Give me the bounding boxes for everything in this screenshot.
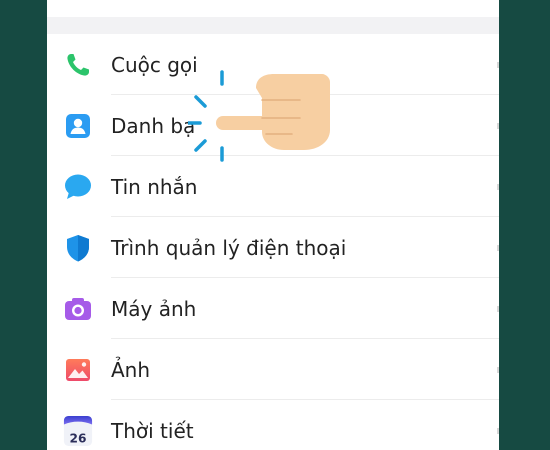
chevron-right-icon (497, 244, 499, 251)
settings-item-label: Trình quản lý điện thoại (111, 235, 347, 260)
section-separator (47, 17, 499, 34)
tap-burst-icon (188, 70, 224, 162)
shield-icon (63, 233, 93, 263)
settings-item-label: Cuộc gọi (111, 52, 198, 77)
settings-item-label: Thời tiết (111, 418, 194, 443)
weather-icon: 26 (63, 415, 93, 446)
chevron-right-icon (497, 427, 499, 434)
settings-item-label: Danh bạ (111, 113, 196, 138)
phone-screen: Cuộc gọi Danh bạ Tin nhắn Trình quản lý … (47, 0, 499, 450)
gallery-icon (63, 355, 93, 385)
weather-icon-date: 26 (70, 431, 87, 445)
settings-item-camera[interactable]: Máy ảnh (47, 278, 499, 339)
settings-item-label: Tin nhắn (111, 174, 198, 199)
previous-section-bottom (47, 0, 499, 17)
chevron-right-icon (497, 61, 499, 68)
chevron-right-icon (497, 366, 499, 373)
settings-item-gallery[interactable]: Ảnh (47, 339, 499, 400)
settings-item-messages[interactable]: Tin nhắn (47, 156, 499, 217)
camera-icon (63, 294, 93, 324)
chevron-right-icon (497, 305, 499, 312)
settings-item-label: Máy ảnh (111, 296, 197, 321)
settings-item-label: Ảnh (111, 357, 151, 382)
phone-icon (63, 50, 93, 80)
settings-item-weather[interactable]: 26 Thời tiết (47, 400, 499, 450)
chevron-right-icon (497, 183, 499, 190)
pointing-hand-icon (188, 70, 330, 162)
chevron-right-icon (497, 122, 499, 129)
message-icon (63, 172, 93, 202)
contacts-icon (63, 111, 93, 141)
settings-item-phone-manager[interactable]: Trình quản lý điện thoại (47, 217, 499, 278)
